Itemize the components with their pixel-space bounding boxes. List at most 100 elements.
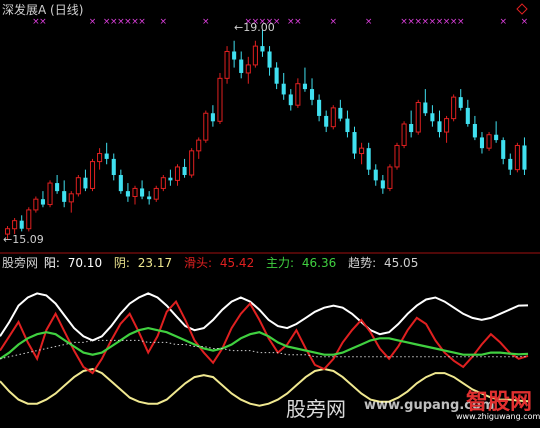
- candle: [182, 158, 187, 178]
- candle: [260, 30, 265, 57]
- candle-body: [40, 199, 45, 205]
- candle: [501, 137, 506, 165]
- candle: [451, 94, 457, 122]
- candle-body: [168, 177, 173, 181]
- candle-body: [409, 123, 414, 133]
- candle-body: [118, 175, 123, 192]
- signal-markers: × × × × × × × × × × × × × × × × × × × × × × × × × × × × × × ×: [32, 17, 528, 27]
- legend-yang: 阳: 70.10: [43, 256, 103, 270]
- candle-body: [147, 196, 152, 200]
- candle-body: [479, 137, 485, 149]
- candle: [147, 191, 152, 205]
- candle-body: [232, 51, 237, 60]
- candlestick-series: [5, 30, 527, 240]
- candle: [75, 175, 81, 197]
- candle-body: [317, 99, 322, 116]
- candle: [153, 185, 159, 202]
- indicator-lines: [0, 292, 529, 407]
- candle: [33, 196, 39, 213]
- candle-body: [47, 182, 53, 206]
- candle-body: [239, 59, 244, 73]
- candle-body: [309, 89, 315, 100]
- candle-body: [501, 140, 506, 159]
- watermark-brand-url: www.zhiguwang.com: [456, 412, 540, 421]
- candle-body: [345, 118, 350, 133]
- signal-marker: ×: [365, 17, 373, 27]
- candle: [168, 169, 173, 186]
- candle: [423, 89, 428, 116]
- max-price-value: 19.00: [243, 21, 275, 34]
- candle: [210, 105, 215, 127]
- candle: [239, 51, 244, 79]
- candle-body: [522, 145, 527, 170]
- candle: [380, 175, 385, 194]
- candle: [196, 137, 202, 159]
- candle: [409, 110, 414, 138]
- candle-body: [274, 67, 279, 84]
- candle-body: [373, 169, 378, 181]
- candle: [486, 132, 492, 151]
- candle-body: [380, 180, 385, 189]
- candle: [437, 110, 442, 138]
- candle: [465, 99, 470, 127]
- candle: [324, 110, 329, 133]
- signal-marker: ×: [499, 17, 507, 27]
- candle: [224, 46, 230, 84]
- candle-body: [451, 96, 457, 120]
- candle: [330, 105, 336, 130]
- candle: [479, 132, 485, 154]
- candle-body: [111, 158, 116, 176]
- signal-marker: ×: [138, 17, 146, 27]
- candle: [366, 142, 371, 176]
- candle-body: [394, 144, 400, 168]
- signal-marker: ×: [89, 17, 97, 27]
- candle: [494, 121, 499, 143]
- candle: [174, 164, 181, 186]
- candle: [373, 164, 378, 186]
- candle-body: [174, 166, 181, 181]
- candle: [309, 78, 315, 106]
- candle-body: [338, 107, 343, 119]
- candle: [160, 175, 166, 192]
- candle-body: [423, 102, 428, 114]
- candle: [217, 72, 223, 124]
- candle-body: [217, 77, 223, 122]
- candle: [472, 115, 477, 141]
- candle-body: [472, 123, 477, 138]
- candle: [514, 142, 520, 173]
- candle: [295, 78, 301, 108]
- candle-body: [430, 113, 435, 122]
- candle: [111, 153, 116, 181]
- candle-body: [288, 94, 293, 106]
- indicator-line-滑头: [0, 299, 529, 375]
- candle: [68, 191, 74, 213]
- candle: [12, 217, 18, 235]
- candle-body: [330, 107, 336, 128]
- candle-body: [359, 147, 365, 155]
- candle: [302, 67, 307, 92]
- candle: [401, 121, 407, 149]
- candle: [189, 148, 195, 178]
- candle-body: [160, 177, 166, 189]
- candle: [203, 110, 209, 143]
- candle-body: [75, 177, 81, 195]
- indicator-name: 股旁网: [2, 256, 39, 270]
- candle-body: [508, 158, 513, 170]
- candle-body: [33, 198, 39, 211]
- candle: [522, 137, 527, 176]
- candle-body: [281, 83, 286, 95]
- legend-yin: 阴: 23.17: [113, 256, 173, 270]
- candle-body: [267, 51, 272, 68]
- candle: [132, 185, 138, 205]
- candle: [89, 158, 96, 192]
- candle-body: [302, 83, 307, 90]
- candle: [444, 115, 450, 143]
- signal-marker: ×: [521, 17, 529, 27]
- candle: [458, 89, 463, 111]
- max-arrow-icon: ←: [234, 21, 244, 34]
- candle: [288, 89, 293, 111]
- legend-trend: 趋势: 45.05: [348, 256, 419, 270]
- candle-body: [125, 191, 130, 197]
- candle: [140, 180, 145, 200]
- candle: [104, 142, 109, 165]
